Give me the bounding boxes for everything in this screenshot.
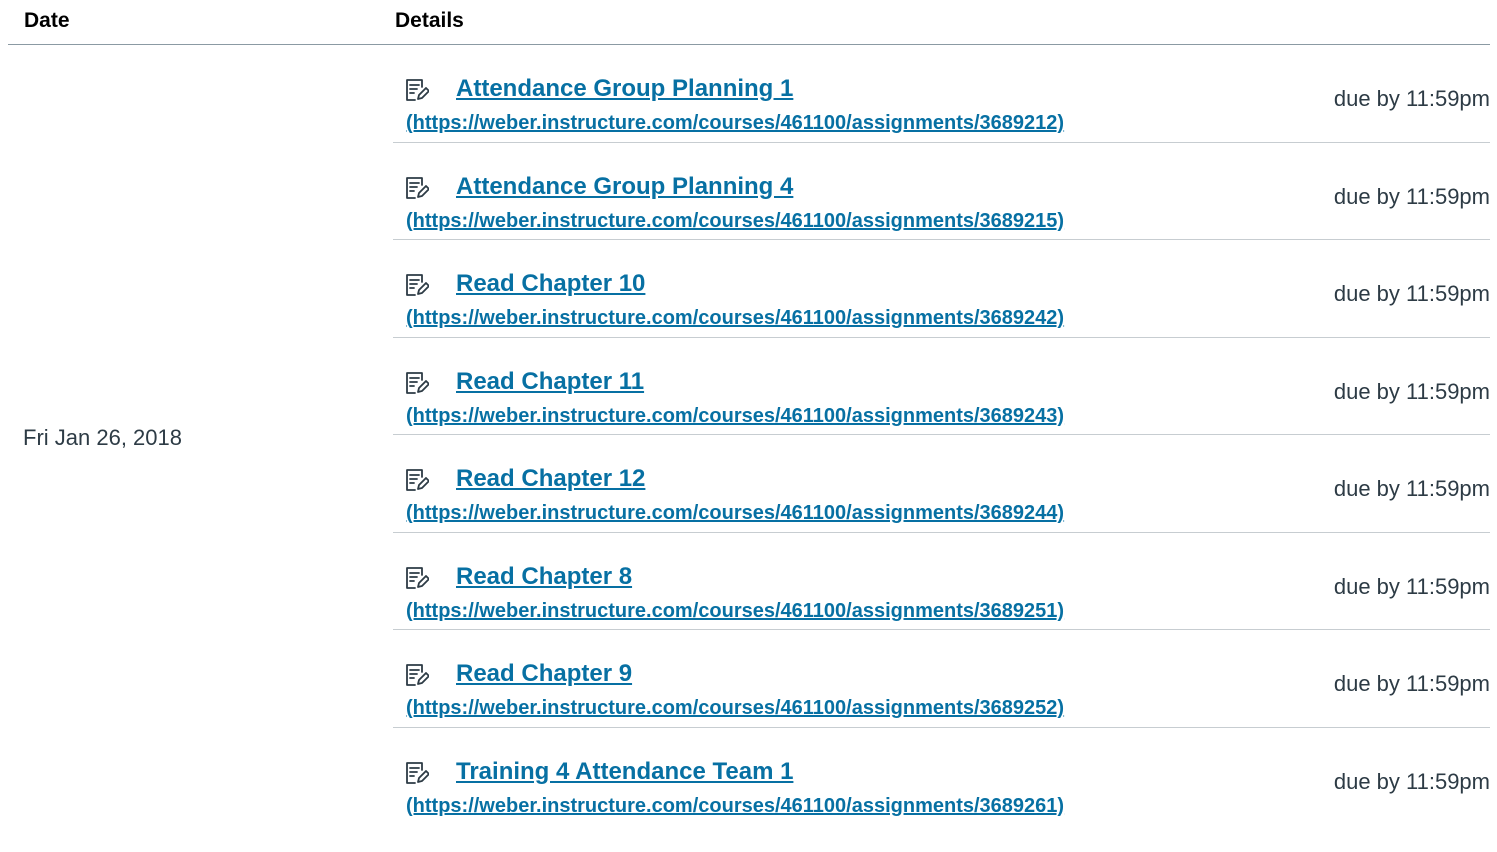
assignment-url-link[interactable]: (https://weber.instructure.com/courses/4… (406, 405, 1064, 428)
list-item: Attendance Group Planning 1 (https://web… (393, 45, 1490, 143)
assignment-icon (405, 468, 430, 492)
assignment-title-link[interactable]: Read Chapter 11 (456, 368, 644, 396)
table-header: Date Details (8, 0, 1490, 45)
due-time: due by 11:59pm (1333, 671, 1490, 697)
assignment-title-link[interactable]: Read Chapter 9 (456, 660, 632, 688)
list-item: Attendance Group Planning 4 (https://web… (393, 143, 1490, 240)
due-time: due by 11:59pm (1333, 183, 1490, 209)
assignment-url-link[interactable]: (https://weber.instructure.com/courses/4… (406, 210, 1064, 233)
due-time: due by 11:59pm (1333, 378, 1490, 404)
assignment-url-link[interactable]: (https://weber.instructure.com/courses/4… (406, 307, 1064, 330)
assignment-url-link[interactable]: (https://weber.instructure.com/courses/4… (406, 697, 1064, 720)
assignment-title-link[interactable]: Training 4 Attendance Team 1 (456, 758, 793, 786)
table-body: Fri Jan 26, 2018 Attendance Group Planni… (8, 45, 1490, 831)
list-item: Training 4 Attendance Team 1 (https://we… (393, 728, 1490, 826)
list-item: Read Chapter 8 (https://weber.instructur… (393, 533, 1490, 630)
assignment-title-link[interactable]: Read Chapter 10 (456, 270, 645, 298)
assignment-url-link[interactable]: (https://weber.instructure.com/courses/4… (406, 795, 1064, 818)
assignment-icon (405, 371, 430, 395)
assignment-icon (405, 78, 430, 102)
assignment-icon (405, 176, 430, 200)
syllabus-table: Date Details Fri Jan 26, 2018 Attendance… (8, 0, 1490, 831)
list-item: Read Chapter 11 (https://weber.instructu… (393, 338, 1490, 435)
list-item: Read Chapter 10 (https://weber.instructu… (393, 240, 1490, 338)
due-time: due by 11:59pm (1333, 86, 1490, 112)
list-item: Read Chapter 9 (https://weber.instructur… (393, 630, 1490, 728)
assignment-url-link[interactable]: (https://weber.instructure.com/courses/4… (406, 502, 1064, 525)
assignment-list: Attendance Group Planning 1 (https://web… (393, 45, 1490, 825)
due-time: due by 11:59pm (1333, 476, 1490, 502)
due-time: due by 11:59pm (1333, 573, 1490, 599)
assignment-url-link[interactable]: (https://weber.instructure.com/courses/4… (406, 600, 1064, 623)
assignment-title-link[interactable]: Read Chapter 12 (456, 465, 645, 493)
date-cell: Fri Jan 26, 2018 (23, 425, 182, 450)
due-time: due by 11:59pm (1333, 769, 1490, 795)
assignment-title-link[interactable]: Attendance Group Planning 4 (456, 173, 793, 201)
assignment-title-link[interactable]: Attendance Group Planning 1 (456, 75, 793, 103)
assignment-url-link[interactable]: (https://weber.instructure.com/courses/4… (406, 112, 1064, 135)
due-time: due by 11:59pm (1333, 281, 1490, 307)
assignment-title-link[interactable]: Read Chapter 8 (456, 563, 632, 591)
assignment-icon (405, 566, 430, 590)
list-item: Read Chapter 12 (https://weber.instructu… (393, 435, 1490, 533)
details-column-header: Details (395, 9, 464, 32)
assignment-icon (405, 663, 430, 687)
assignment-icon (405, 273, 430, 297)
date-column-header: Date (24, 9, 70, 32)
assignment-icon (405, 761, 430, 785)
